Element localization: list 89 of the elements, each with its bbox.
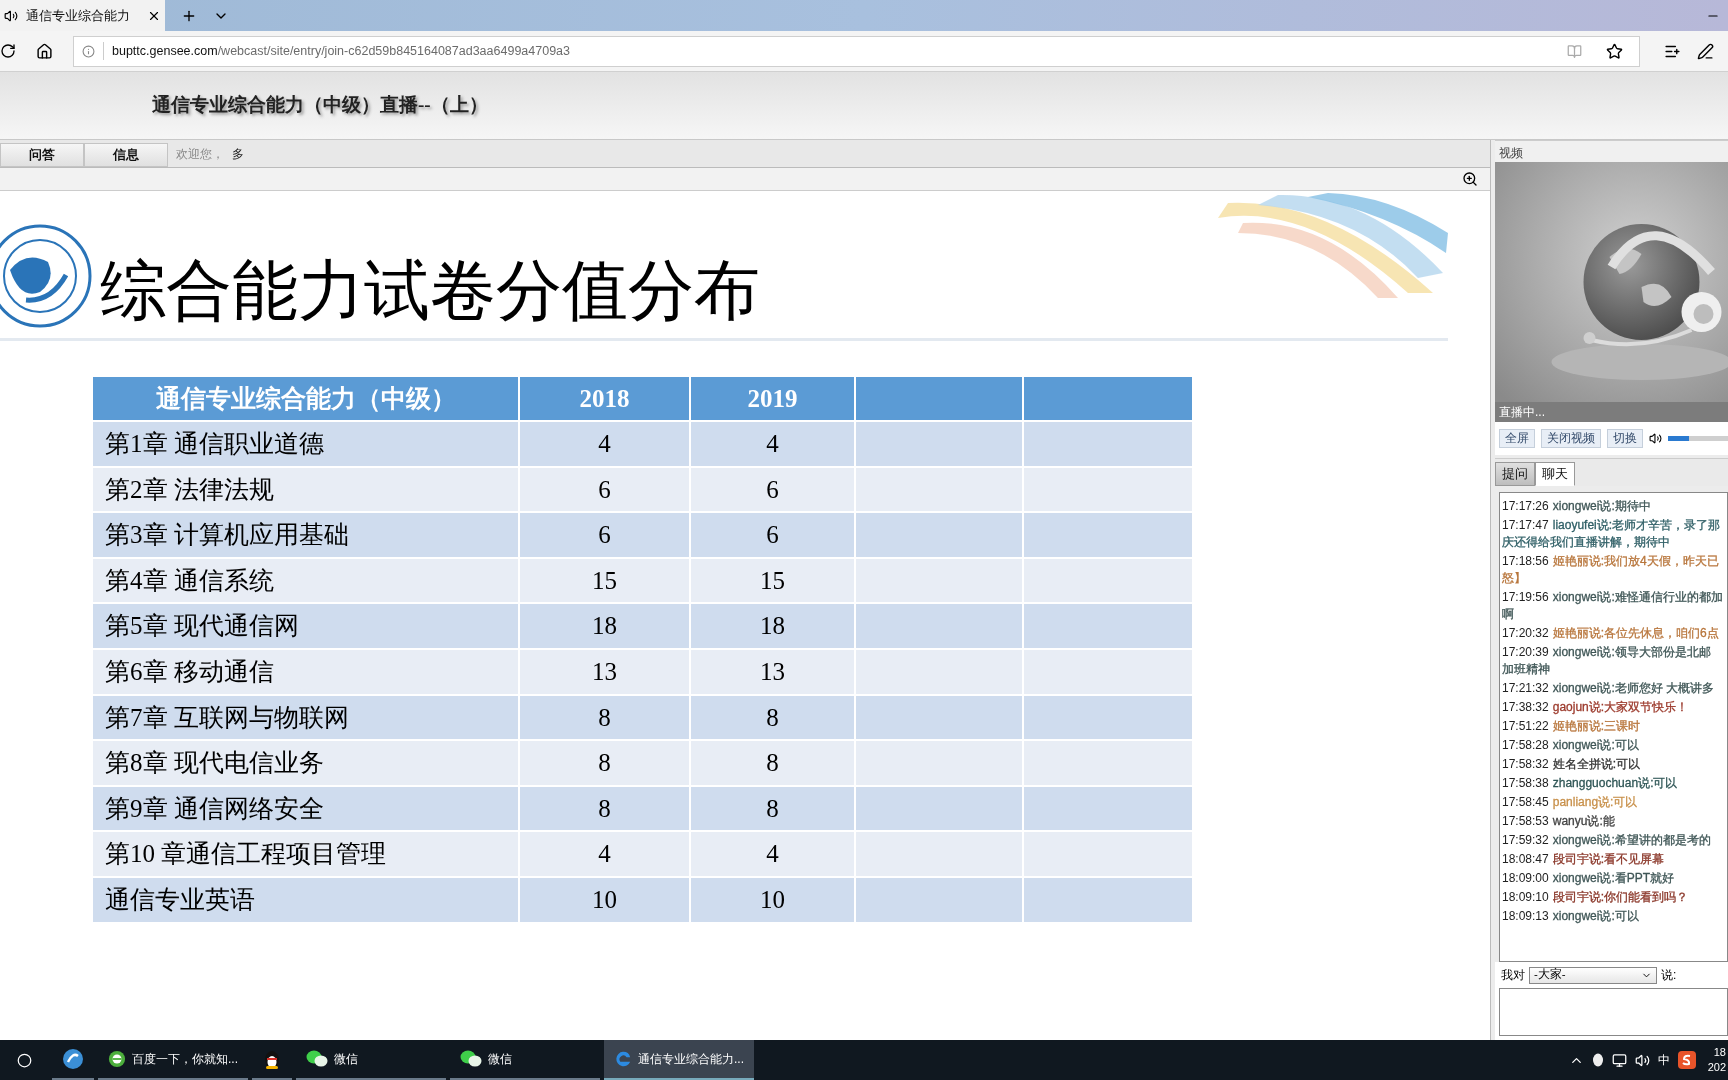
message-text: xiongwei说:可以 bbox=[1552, 908, 1639, 925]
clock-text: 18 bbox=[1713, 1045, 1726, 1060]
message-text: xiongwei说:领导大部份是北邮 bbox=[1552, 644, 1711, 661]
browser-icon bbox=[108, 1049, 126, 1069]
browser-icon bbox=[614, 1049, 632, 1069]
message-time: 17:19:56 bbox=[1502, 589, 1549, 606]
ime-logo-icon[interactable] bbox=[1678, 1051, 1696, 1069]
zoom-in-icon[interactable] bbox=[1462, 171, 1478, 187]
message-time: 17:58:53 bbox=[1502, 813, 1549, 830]
table-cell: 10 bbox=[520, 877, 691, 922]
message-time: 17:18:56 bbox=[1502, 553, 1549, 570]
address-field[interactable]: bupttc.gensee.com/webcast/site/entry/join-c62d59b845164087ad3aa6499a4709a3 bbox=[73, 35, 1640, 67]
browser-tab[interactable]: 通信专业综合能力 bbox=[0, 0, 165, 31]
volume-icon[interactable] bbox=[1635, 1052, 1650, 1068]
taskbar-item[interactable]: 微信 bbox=[450, 1040, 600, 1080]
message-time: 18:08:47 bbox=[1502, 851, 1549, 868]
message-text: 姓名全拼说:可以 bbox=[1552, 756, 1641, 773]
message-text: xiongwei说:期待中 bbox=[1552, 498, 1651, 515]
message-time: 17:58:28 bbox=[1502, 737, 1549, 754]
message-time: 17:17:47 bbox=[1502, 517, 1549, 534]
volume-slider[interactable] bbox=[1668, 436, 1728, 441]
message-time: 18:09:00 bbox=[1502, 870, 1549, 887]
says-label: 说: bbox=[1661, 967, 1677, 984]
nav-tab[interactable]: 信息 bbox=[84, 143, 168, 167]
taskbar-item[interactable]: 微信 bbox=[296, 1040, 446, 1080]
search-icon[interactable] bbox=[17, 1052, 32, 1068]
message-time: 17:58:45 bbox=[1502, 794, 1549, 811]
message-time: 17:21:32 bbox=[1502, 680, 1549, 697]
volume-icon bbox=[1649, 432, 1662, 445]
message-text: 段司宇说:看不见屏幕 bbox=[1552, 851, 1665, 868]
message-time: 17:51:22 bbox=[1502, 718, 1549, 735]
panel-tab[interactable]: 提问 bbox=[1495, 462, 1535, 486]
message-text: 怒】 bbox=[1502, 570, 1526, 587]
message-text: 段司宇说:你们能看到吗？ bbox=[1552, 889, 1689, 906]
message-text: 姬艳丽说:三课时 bbox=[1552, 718, 1641, 735]
message-text: xiongwei说:看PPT就好 bbox=[1552, 870, 1675, 887]
app-icon bbox=[62, 1048, 84, 1070]
star-icon[interactable] bbox=[1606, 42, 1623, 60]
recipient-label: 我对 bbox=[1501, 967, 1525, 984]
speaker-icon bbox=[4, 8, 18, 23]
page-title: 通信专业综合能力（中级）直播--（上） bbox=[152, 93, 488, 118]
panel-tab[interactable]: 聊天 bbox=[1535, 462, 1575, 486]
message-text: 加班精神 bbox=[1502, 661, 1550, 678]
video-button[interactable]: 关闭视频 bbox=[1541, 429, 1601, 448]
video-button[interactable]: 切换 bbox=[1607, 429, 1643, 448]
message-text: 庆还得给我们直播讲解，期待中 bbox=[1502, 534, 1670, 551]
message-time: 17:38:32 bbox=[1502, 699, 1549, 716]
network-icon[interactable] bbox=[1612, 1052, 1627, 1068]
panel-label: 视频 bbox=[1499, 145, 1523, 162]
message-time: 17:20:39 bbox=[1502, 644, 1549, 661]
status-bar: 直播中... bbox=[1495, 402, 1728, 422]
home-icon[interactable] bbox=[36, 42, 53, 60]
message-input[interactable] bbox=[1499, 988, 1728, 1036]
message-time: 18:09:10 bbox=[1502, 889, 1549, 906]
table-cell: 10 bbox=[691, 877, 856, 922]
table-cell: 通信专业英语 bbox=[93, 877, 520, 922]
message-text: xiongwei说:老师您好 大概讲多 bbox=[1552, 680, 1715, 697]
recipient-dropdown[interactable]: -大家- bbox=[1529, 966, 1657, 984]
message-text: wanyu说:能 bbox=[1552, 813, 1615, 830]
refresh-icon[interactable] bbox=[0, 43, 16, 59]
message-text: xiongwei说:希望讲的都是考的 bbox=[1552, 832, 1711, 849]
video-button[interactable]: 全屏 bbox=[1499, 429, 1535, 448]
pen-icon[interactable] bbox=[1697, 42, 1714, 60]
chat-bubbles-icon bbox=[306, 1049, 328, 1069]
clock-text: 202 bbox=[1707, 1060, 1726, 1075]
message-text: liaoyufei说:老师才辛苦，录了那 bbox=[1552, 517, 1721, 534]
taskbar-item[interactable]: 百度一下，你就知... bbox=[98, 1040, 248, 1080]
message-time: 17:58:38 bbox=[1502, 775, 1549, 792]
message-text: gaojun说:大家双节快乐！ bbox=[1552, 699, 1689, 716]
taskbar-item[interactable]: 通信专业综合能力... bbox=[604, 1040, 754, 1080]
nav-tab[interactable]: 问答 bbox=[0, 143, 84, 167]
message-text: 姬艳丽说:各位先休息，咱们6点 bbox=[1552, 625, 1719, 642]
message-time: 18:09:13 bbox=[1502, 908, 1549, 925]
ime-indicator[interactable]: 中 bbox=[1658, 1051, 1670, 1069]
message-text: xiongwei说:可以 bbox=[1552, 737, 1639, 754]
message-time: 17:59:32 bbox=[1502, 832, 1549, 849]
slide-title: 综合能力试卷分值分布 bbox=[100, 258, 760, 324]
message-text: 姬艳丽说:我们放4天假，昨天已 bbox=[1552, 553, 1719, 570]
message-time: 17:20:32 bbox=[1502, 625, 1549, 642]
welcome-text: 欢迎您， bbox=[176, 146, 224, 163]
message-text: panliang说:可以 bbox=[1552, 794, 1638, 811]
message-time: 17:58:32 bbox=[1502, 756, 1549, 773]
user-name: 多 bbox=[232, 146, 244, 163]
message-text: xiongwei说:难怪通信行业的都加 bbox=[1552, 589, 1723, 606]
message-text: zhangguochuan说:可以 bbox=[1552, 775, 1678, 792]
message-text: 啊 bbox=[1502, 606, 1514, 623]
message-time: 17:17:26 bbox=[1502, 498, 1549, 515]
chat-bubbles-icon bbox=[460, 1049, 482, 1069]
info-icon bbox=[82, 44, 95, 58]
